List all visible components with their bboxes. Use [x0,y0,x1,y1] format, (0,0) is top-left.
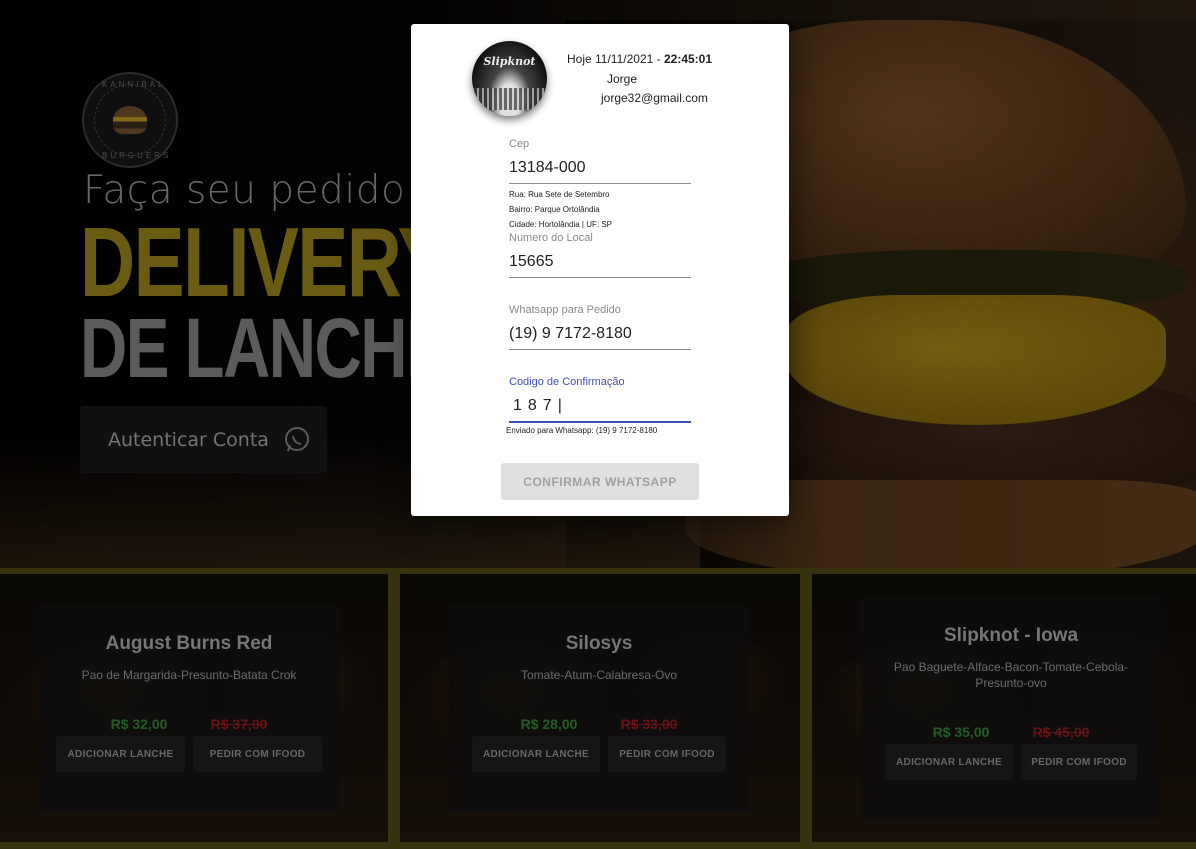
date-text: Hoje 11/11/2021 - [567,52,664,66]
time-text: 22:45:01 [663,52,713,66]
number-label: Numero do Local [509,232,593,244]
confirmation-code-label: Codigo de Confirmação [509,376,625,388]
confirmation-modal: Slipknot Hoje 11/11/2021 - 22:45:01 Jorg… [411,24,789,516]
cep-input[interactable]: 13184-000 [509,159,691,184]
confirmation-code-input[interactable]: 187| [509,397,691,423]
order-datetime: Hoje 11/11/2021 - 22:45:01 [567,52,712,66]
sent-to-whatsapp-note: Enviado para Whatsapp: (19) 9 7172-8180 [506,426,658,435]
address-street: Rua: Rua Sete de Setembro [509,190,610,199]
cep-field[interactable]: Cep 13184-000 [509,138,691,184]
confirm-whatsapp-button[interactable]: CONFIRMAR WHATSAPP [501,463,699,500]
confirmation-code-field[interactable]: Codigo de Confirmação 187| [509,376,691,423]
cep-label: Cep [509,138,530,150]
user-email: jorge32@gmail.com [601,91,708,105]
number-field[interactable]: Numero do Local 15665 [509,232,691,278]
whatsapp-input[interactable]: (19) 9 7172-8180 [509,325,691,350]
whatsapp-label: Whatsapp para Pedido [509,304,621,316]
whatsapp-field[interactable]: Whatsapp para Pedido (19) 9 7172-8180 [509,304,691,350]
avatar: Slipknot [472,41,547,116]
avatar-label: Slipknot [483,55,536,68]
address-city: Cidade: Hortolândia | UF: SP [509,220,613,229]
user-name: Jorge [607,72,638,86]
address-neighborhood: Bairro: Parque Ortolândia [509,205,600,214]
number-input[interactable]: 15665 [509,253,691,278]
